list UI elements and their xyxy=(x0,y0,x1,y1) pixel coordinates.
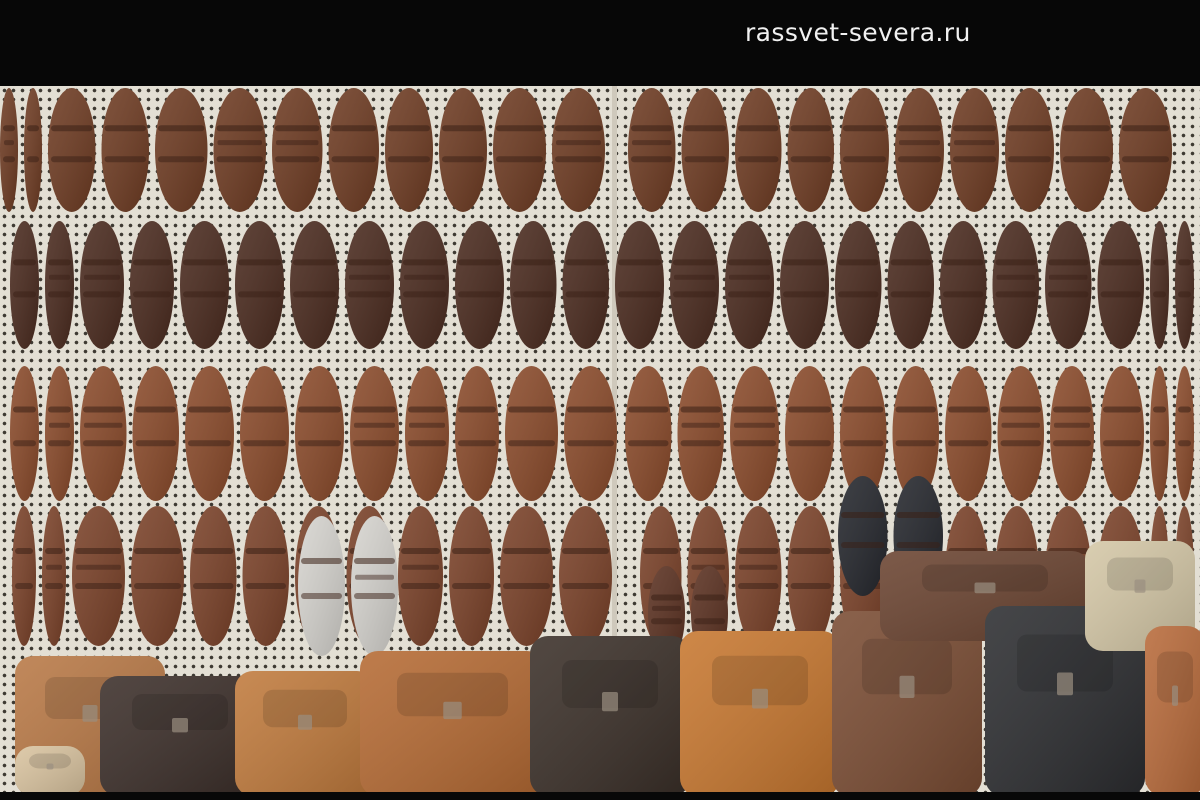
sandal-pair xyxy=(1050,366,1144,501)
sandal-pair xyxy=(505,366,617,501)
sandal-pair xyxy=(295,366,399,501)
sandal-pair xyxy=(385,88,487,212)
sandal-pair xyxy=(500,506,612,646)
sandal-pair xyxy=(510,221,609,349)
leather-bag xyxy=(680,631,840,792)
leather-bag xyxy=(360,651,545,792)
leather-bag xyxy=(530,636,690,792)
sandal-pair xyxy=(950,88,1054,212)
sandal-pair xyxy=(615,221,719,349)
sandal-pair xyxy=(628,88,729,212)
sandal-pair xyxy=(835,221,934,349)
sandal-pair xyxy=(493,88,605,212)
sandal-pair xyxy=(1045,221,1144,349)
header-bar: rassvet-severa.ru xyxy=(0,0,1200,86)
board-seam xyxy=(612,86,617,646)
sandal-pair xyxy=(735,506,834,646)
leather-bag xyxy=(1145,626,1200,792)
site-watermark: rassvet-severa.ru xyxy=(745,18,971,47)
sandal-pair xyxy=(190,506,289,646)
sandal-pair xyxy=(10,366,74,501)
sandal-pair xyxy=(1150,366,1194,501)
sandal-pair xyxy=(10,221,74,349)
sandal-pair xyxy=(840,88,944,212)
sandal-pair xyxy=(0,88,42,212)
sandal-pair xyxy=(180,221,284,349)
sandals-photo xyxy=(0,86,1200,792)
sandal-pair xyxy=(945,366,1044,501)
sandal-pair xyxy=(405,366,499,501)
photo-scene xyxy=(0,86,1200,792)
sandal-pair xyxy=(272,88,379,212)
sandal-pair xyxy=(72,506,184,646)
sandal-pair xyxy=(1150,221,1194,349)
leather-bag xyxy=(235,671,375,792)
bottom-border xyxy=(0,792,1200,800)
sandal-pair xyxy=(80,366,179,501)
sandal-pair xyxy=(398,506,494,646)
sandal-pair xyxy=(155,88,266,212)
sandal-pair xyxy=(940,221,1039,349)
sandal-pair xyxy=(735,88,834,212)
sandal-pair xyxy=(80,221,174,349)
sandal-pair xyxy=(1060,88,1172,212)
sandal-pair xyxy=(290,221,394,349)
leather-bag xyxy=(15,746,85,792)
sandal-pair xyxy=(400,221,504,349)
sandal-pair xyxy=(48,88,149,212)
sandal-pair xyxy=(625,366,724,501)
sandal-pair xyxy=(12,506,66,646)
sandal-pair xyxy=(185,366,289,501)
sandal-pair xyxy=(730,366,834,501)
sandal-pair xyxy=(725,221,829,349)
